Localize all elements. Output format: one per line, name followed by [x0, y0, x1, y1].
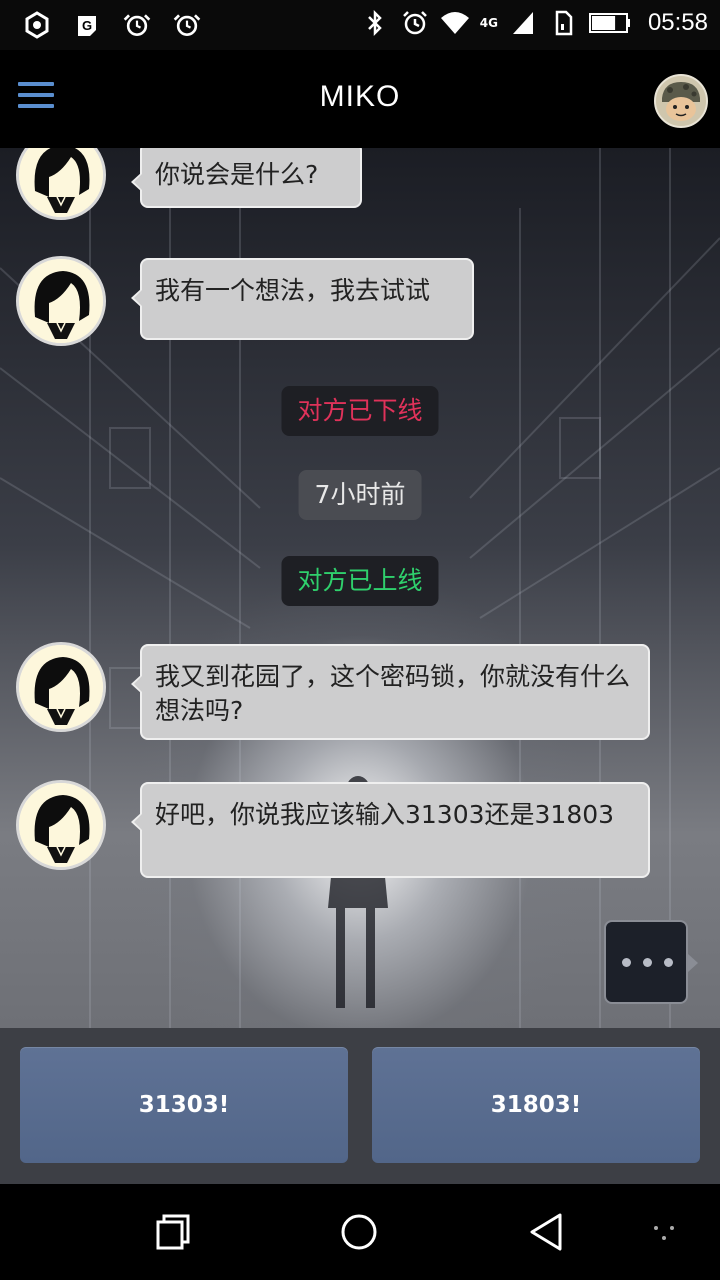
typing-dots-icon — [622, 958, 673, 967]
wifi-icon — [440, 8, 470, 38]
message-bubble: 我有一个想法，我去试试 — [131, 258, 474, 340]
contact-avatar[interactable] — [16, 642, 106, 732]
status-bar: G 4G 05:58 — [0, 0, 720, 50]
clock: 05:58 — [647, 9, 708, 36]
app-bar: MIKO — [0, 50, 720, 148]
bluetooth-icon — [360, 8, 390, 38]
typing-indicator — [604, 920, 698, 1004]
contact-avatar[interactable] — [16, 256, 106, 346]
profile-avatar[interactable] — [654, 74, 708, 128]
system-nav-bar — [0, 1184, 720, 1280]
signal-icon — [508, 8, 538, 38]
settings-icon — [22, 10, 52, 40]
message-bubble: 我又到花园了，这个密码锁，你就没有什么想法吗? — [131, 644, 650, 740]
message-bubble: 好吧，你说我应该输入31303还是31803 — [131, 782, 650, 878]
sim-icon — [548, 8, 578, 38]
more-dots-icon[interactable] — [646, 1212, 686, 1252]
page-title: MIKO — [319, 80, 401, 113]
alarm-icon — [122, 10, 152, 40]
g-app-icon: G — [72, 10, 102, 40]
message-bubble: 你说会是什么? — [131, 148, 362, 208]
svg-text:G: G — [82, 18, 92, 33]
system-notice: 对方已下线 — [281, 386, 439, 436]
system-notice: 对方已上线 — [281, 556, 439, 606]
alarm-clock-icon — [400, 8, 430, 38]
battery-icon — [588, 8, 632, 38]
contact-avatar[interactable] — [16, 780, 106, 870]
chat-area[interactable]: 你说会是什么? 我有一个想法，我去试试 对方已下线 7小时前 对方已上线 我又到… — [0, 148, 720, 1028]
reply-option-button[interactable]: 31803! — [372, 1047, 700, 1163]
timestamp-notice: 7小时前 — [298, 470, 422, 520]
recent-apps-icon[interactable] — [152, 1212, 192, 1252]
reply-options-bar: 31303! 31803! — [0, 1028, 720, 1184]
back-icon[interactable] — [526, 1212, 566, 1252]
network-label: 4G — [479, 16, 498, 30]
alarm-icon — [172, 10, 202, 40]
home-icon[interactable] — [339, 1212, 379, 1252]
reply-option-button[interactable]: 31303! — [20, 1047, 348, 1163]
